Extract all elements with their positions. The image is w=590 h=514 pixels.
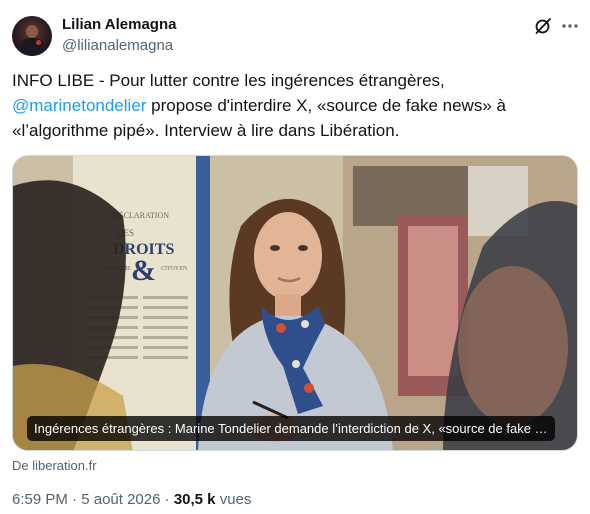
views-count: 30,5 k (173, 491, 216, 508)
card-caption[interactable]: Ingérences étrangères : Marine Tondelier… (27, 416, 555, 441)
tweet-date[interactable]: 5 août 2026 (81, 491, 160, 508)
author-handle[interactable]: @lilianalemagna (62, 37, 173, 54)
views-label: vues (215, 491, 252, 508)
avatar-accent (36, 40, 41, 45)
tweet-text-part1: INFO LIBE - Pour lutter contre les ingér… (12, 71, 445, 90)
tweet-time[interactable]: 6:59 PM (12, 491, 68, 508)
avatar[interactable] (12, 16, 52, 56)
poster-word: & (131, 254, 156, 287)
mention-link[interactable]: @marinetondelier (12, 96, 146, 115)
card-source[interactable]: De liberation.fr (12, 458, 97, 473)
tweet: Lilian Alemagna @lilianalemagna INFO LIB… (0, 0, 590, 514)
card-image: DÉCLARATION DES DROITS & L'HOMME CITOYEN (13, 156, 577, 450)
avatar-head (26, 25, 38, 38)
author-name[interactable]: Lilian Alemagna (62, 16, 176, 33)
meta-separator: · (160, 491, 174, 508)
tweet-text: INFO LIBE - Pour lutter contre les ingér… (12, 68, 572, 143)
tweet-header: Lilian Alemagna @lilianalemagna (12, 14, 578, 58)
more-icon[interactable] (560, 16, 580, 36)
poster-word: CITOYEN (161, 266, 188, 272)
link-card[interactable]: DÉCLARATION DES DROITS & L'HOMME CITOYEN (12, 155, 578, 451)
tweet-meta: 6:59 PM · 5 août 2026 · 30,5 k vues (12, 491, 251, 508)
meta-separator: · (67, 491, 82, 508)
grok-icon[interactable] (533, 16, 553, 36)
